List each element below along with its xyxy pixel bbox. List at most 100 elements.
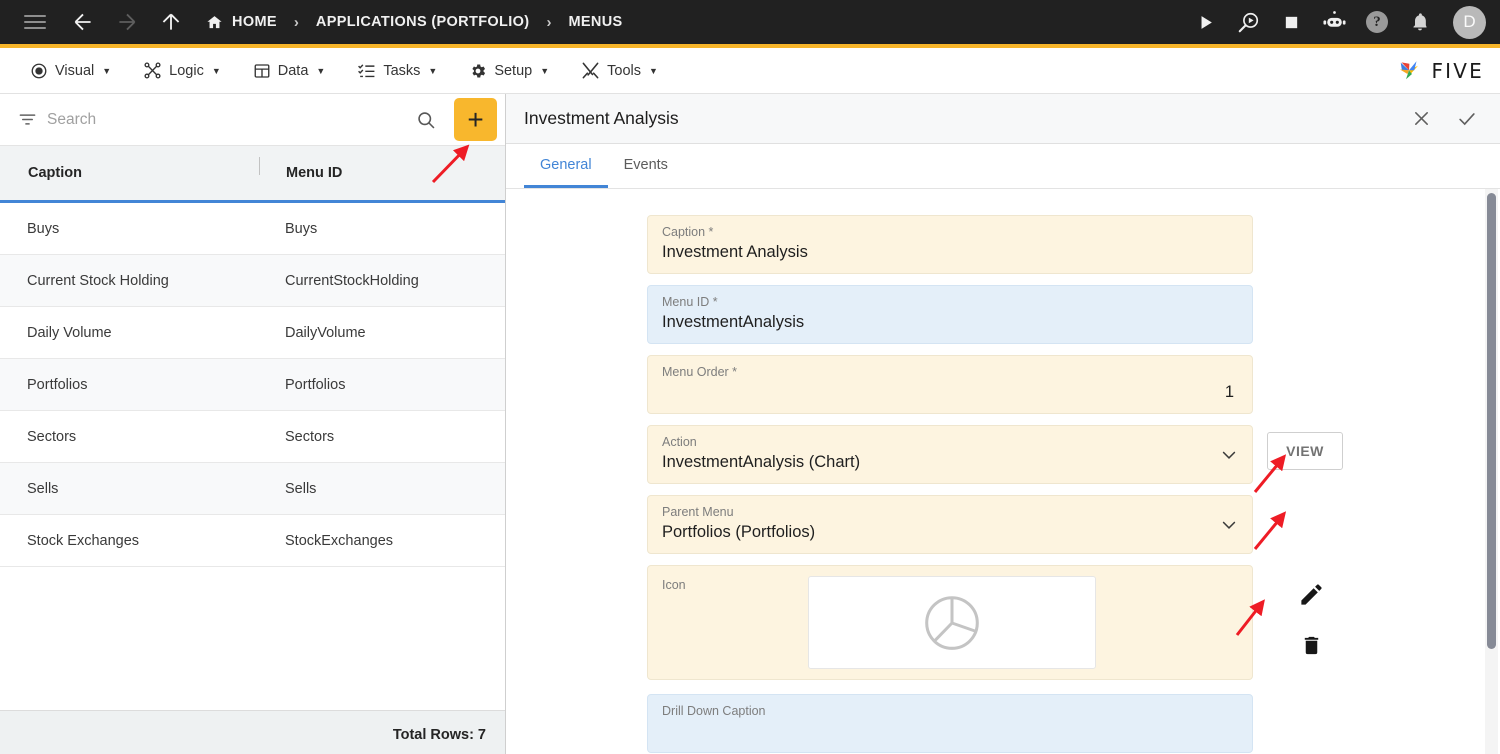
menu-item-setup[interactable]: Setup ▼ (453, 48, 565, 93)
menu-item-visual[interactable]: Visual ▼ (14, 48, 127, 93)
table-row[interactable]: Stock Exchanges StockExchanges (0, 515, 505, 567)
detail-tabs: General Events (506, 144, 1500, 189)
breadcrumb-separator: › (293, 13, 299, 31)
delete-icon-button[interactable] (1300, 634, 1323, 657)
column-header-menu-id[interactable]: Menu ID (259, 157, 505, 181)
pie-chart-icon (925, 595, 979, 650)
search-icon[interactable] (412, 106, 440, 134)
home-icon (207, 15, 222, 28)
action-field[interactable]: Action InvestmentAnalysis (Chart) (647, 425, 1253, 484)
cell-menu-id: Portfolios (285, 376, 346, 393)
detail-form-scroll-area: Caption * Investment Analysis Menu ID * … (506, 189, 1500, 754)
caption-field[interactable]: Caption * Investment Analysis (647, 215, 1253, 274)
field-row-menu-id: Menu ID * InvestmentAnalysis (647, 285, 1359, 344)
breadcrumb-item-home[interactable]: HOME (206, 14, 277, 31)
table-row[interactable]: Portfolios Portfolios (0, 359, 505, 411)
top-navigation-bar: HOME › APPLICATIONS (PORTFOLIO) › MENUS (0, 0, 1500, 44)
drill-down-caption-field-value (662, 721, 1238, 742)
back-button[interactable] (66, 5, 100, 39)
cell-menu-id: Sectors (285, 428, 335, 445)
arrow-right-icon (119, 13, 136, 31)
cell-caption: Buys (27, 220, 60, 237)
table-row[interactable]: Buys Buys (0, 203, 505, 255)
detail-scrollbar-thumb[interactable] (1487, 193, 1496, 649)
parent-menu-field-value: Portfolios (Portfolios) (662, 523, 816, 541)
brand-logo[interactable]: FIVE (1394, 56, 1484, 86)
help-button[interactable]: ? (1360, 5, 1394, 39)
confirm-button[interactable] (1456, 108, 1478, 130)
menu-order-field-value: 1 (1224, 383, 1234, 401)
menu-item-logic[interactable]: Logic ▼ (127, 48, 237, 93)
search-input[interactable] (47, 110, 402, 129)
menu-item-data[interactable]: Data ▼ (237, 48, 342, 93)
tab-events[interactable]: Events (608, 144, 684, 188)
close-button[interactable] (1411, 108, 1432, 129)
application-menu-bar: Visual ▼ Logic ▼ Data ▼ Tasks ▼ Setup ▼ (0, 48, 1500, 94)
menu-id-field-label: Menu ID * (662, 295, 718, 309)
menu-order-field[interactable]: Menu Order * 1 (647, 355, 1253, 414)
stop-button[interactable] (1274, 5, 1308, 39)
menu-item-tools[interactable]: Tools ▼ (565, 48, 674, 93)
icon-preview[interactable] (808, 576, 1096, 669)
action-field-label: Action (662, 435, 697, 449)
drill-down-caption-field[interactable]: Drill Down Caption (647, 694, 1253, 753)
notifications-button[interactable] (1403, 5, 1437, 39)
chevron-down-icon: ▼ (102, 65, 112, 76)
table-row[interactable]: Daily Volume DailyVolume (0, 307, 505, 359)
run-icon (1201, 15, 1212, 29)
five-pinwheel-icon (1400, 60, 1419, 79)
icon-field: Icon (647, 565, 1253, 680)
gear-icon (472, 64, 486, 77)
assistant-button[interactable] (1317, 5, 1351, 39)
edit-icon-button[interactable] (1298, 581, 1325, 608)
view-action-button[interactable]: VIEW (1267, 432, 1343, 470)
cell-caption: Sells (27, 480, 59, 497)
debug-button[interactable] (1231, 5, 1265, 39)
table-row[interactable]: Sectors Sectors (0, 411, 505, 463)
cell-menu-id: CurrentStockHolding (285, 272, 419, 289)
caption-field-value: Investment Analysis (662, 243, 808, 261)
debug-icon (1238, 12, 1258, 32)
menu-item-label: Data (277, 62, 309, 79)
arrow-up-icon (162, 13, 180, 30)
detail-scrollbar-track[interactable] (1485, 189, 1498, 754)
stop-icon (1285, 16, 1297, 28)
table-row[interactable]: Sells Sells (0, 463, 505, 515)
cell-menu-id: StockExchanges (285, 532, 394, 549)
user-avatar[interactable]: D (1453, 5, 1486, 39)
hamburger-menu-button[interactable] (18, 5, 52, 39)
chevron-down-icon: ▼ (540, 65, 550, 76)
tab-general[interactable]: General (524, 144, 608, 188)
chevron-down-icon: ▼ (428, 65, 438, 76)
up-button[interactable] (154, 5, 188, 39)
icon-field-actions (1263, 581, 1359, 657)
table-row[interactable]: Current Stock Holding CurrentStockHoldin… (0, 255, 505, 307)
breadcrumb-separator: › (546, 13, 552, 31)
menu-id-field[interactable]: Menu ID * InvestmentAnalysis (647, 285, 1253, 344)
add-record-button[interactable]: + (454, 98, 497, 141)
notifications-bell-icon (1413, 13, 1427, 31)
hamburger-icon (24, 11, 46, 33)
trash-icon (1304, 636, 1318, 655)
run-button[interactable] (1188, 5, 1222, 39)
filter-icon[interactable] (18, 110, 37, 129)
cell-caption: Portfolios (27, 376, 88, 393)
action-dropdown-chevron-down-icon[interactable] (1219, 445, 1239, 465)
parent-menu-field[interactable]: Parent Menu Portfolios (Portfolios) (647, 495, 1253, 554)
menu-item-label: Logic (169, 62, 204, 79)
forward-button[interactable] (110, 5, 144, 39)
chevron-down-icon: ▼ (649, 65, 658, 76)
icon-field-label: Icon (662, 578, 686, 592)
breadcrumb-item-menus[interactable]: MENUS (568, 14, 622, 30)
close-icon (1415, 112, 1428, 125)
record-detail-pane: Investment Analysis General Events Capti… (506, 94, 1500, 754)
breadcrumb: HOME › APPLICATIONS (PORTFOLIO) › MENUS (206, 14, 623, 31)
avatar-initial: D (1463, 12, 1476, 31)
column-header-caption[interactable]: Caption (1, 165, 259, 181)
parent-menu-dropdown-chevron-down-icon[interactable] (1219, 515, 1239, 535)
chevron-down-icon: ▼ (211, 65, 221, 76)
menu-item-label: Tools (607, 62, 641, 79)
plus-icon: + (467, 103, 484, 135)
menu-item-tasks[interactable]: Tasks ▼ (341, 48, 453, 93)
breadcrumb-item-applications[interactable]: APPLICATIONS (PORTFOLIO) (316, 14, 530, 30)
